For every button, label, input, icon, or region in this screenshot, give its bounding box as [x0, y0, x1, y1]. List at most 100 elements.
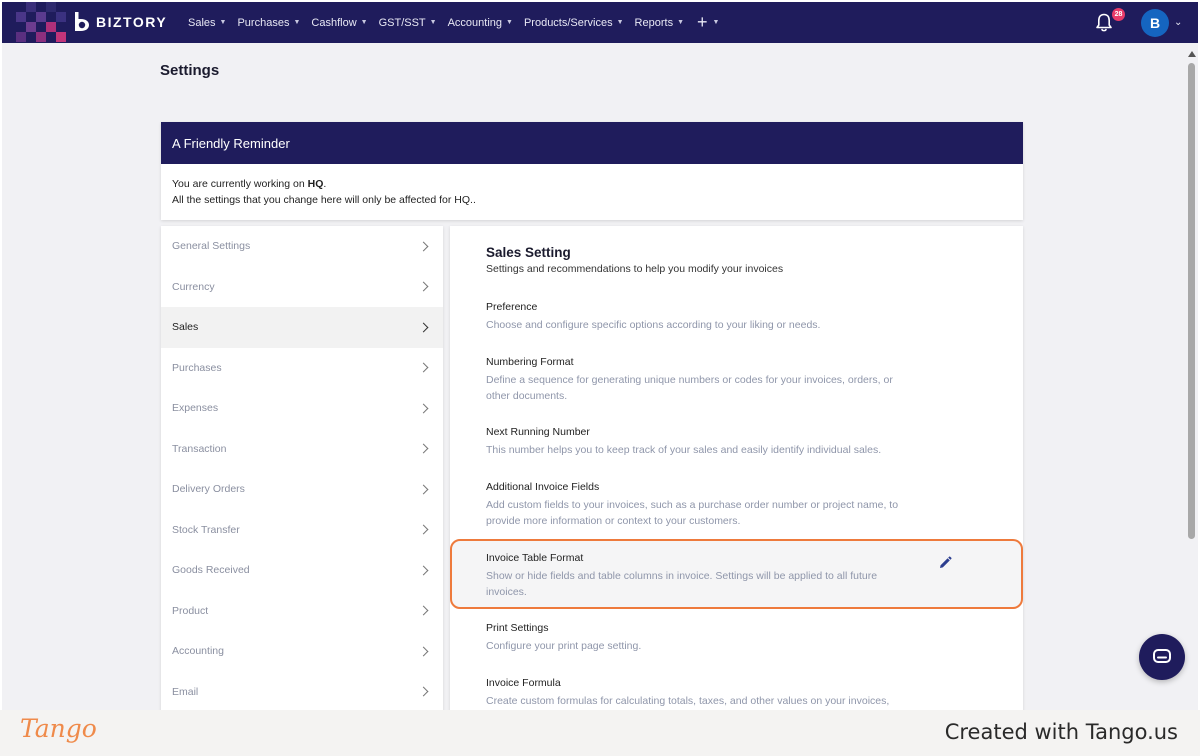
page-title: Settings — [160, 62, 220, 79]
biztory-logo[interactable]: BIZTORY — [70, 10, 167, 34]
setting-additional-invoice-fields[interactable]: Additional Invoice Fields Add custom fie… — [486, 480, 916, 529]
panel-title: Sales Setting — [486, 245, 571, 260]
nav-purchases-label: Purchases — [237, 16, 290, 29]
chat-bubble-icon — [1153, 649, 1171, 663]
nav-reports-label: Reports — [634, 16, 674, 29]
reminder-line-1: You are currently working on HQ. — [172, 176, 1012, 192]
nav-cashflow[interactable]: Cashflow ▼ — [311, 17, 367, 29]
chevron-right-icon — [418, 605, 429, 616]
chevron-down-icon: ▼ — [360, 19, 368, 26]
chevron-down-icon: ▼ — [429, 19, 437, 26]
settings-menu-item-expenses[interactable]: Expenses — [161, 388, 443, 429]
chevron-right-icon — [418, 484, 429, 495]
edit-pencil-icon[interactable] — [938, 556, 952, 570]
settings-menu-item-delivery-orders[interactable]: Delivery Orders — [161, 469, 443, 510]
nav-gst-sst[interactable]: GST/SST ▼ — [379, 17, 437, 29]
setting-description: This number helps you to keep track of y… — [486, 444, 882, 456]
setting-description: Configure your print page setting. — [486, 640, 642, 652]
reminder-branch-name: HQ — [307, 178, 324, 190]
settings-menu-item-label: Expenses — [172, 402, 219, 415]
tango-credit: Created with Tango.us — [944, 720, 1178, 744]
settings-menu-item-accounting[interactable]: Accounting — [161, 631, 443, 672]
settings-menu-item-stock-transfer[interactable]: Stock Transfer — [161, 510, 443, 551]
settings-menu-item-label: Delivery Orders — [172, 483, 245, 496]
settings-menu: General Settings Currency Sales Purchase… — [161, 226, 443, 710]
chevron-right-icon — [418, 281, 429, 292]
notification-count-badge: 28 — [1112, 8, 1125, 21]
setting-next-running-number[interactable]: Next Running Number This number helps yo… — [486, 425, 916, 458]
reminder-title: A Friendly Reminder — [161, 122, 1023, 164]
nav-accounting[interactable]: Accounting ▼ — [448, 17, 513, 29]
nav-purchases[interactable]: Purchases ▼ — [237, 17, 300, 29]
plus-icon: + — [697, 12, 708, 32]
bell-icon[interactable] — [1094, 12, 1114, 34]
reminder-line-2: All the settings that you change here wi… — [172, 194, 476, 206]
setting-invoice-formula[interactable]: Invoice Formula Create custom formulas f… — [486, 676, 916, 709]
settings-menu-item-currency[interactable]: Currency — [161, 267, 443, 308]
chevron-right-icon — [418, 322, 429, 333]
nav-sales-label: Sales — [188, 16, 216, 29]
user-avatar[interactable]: B — [1141, 9, 1169, 37]
reminder-card: A Friendly Reminder You are currently wo… — [161, 122, 1023, 220]
reminder-line-1-suffix: . — [323, 178, 327, 190]
settings-menu-item-label: Transaction — [172, 442, 227, 455]
tango-logo: Tango — [20, 714, 97, 743]
chevron-right-icon — [418, 524, 429, 535]
setting-title: Additional Invoice Fields — [486, 481, 600, 493]
chevron-right-icon — [418, 443, 429, 454]
chevron-down-icon: ▼ — [506, 19, 513, 26]
brand-name: BIZTORY — [96, 14, 168, 30]
settings-menu-item-label: Sales — [172, 321, 199, 334]
chevron-down-icon: ▼ — [293, 19, 301, 26]
setting-numbering-format[interactable]: Numbering Format Define a sequence for g… — [486, 355, 916, 404]
reminder-body: You are currently working on HQ. All the… — [161, 164, 1023, 220]
chevron-right-icon — [418, 362, 429, 373]
scrollbar-thumb[interactable] — [1188, 63, 1195, 539]
setting-title: Invoice Table Format — [486, 552, 584, 564]
setting-title: Numbering Format — [486, 356, 574, 368]
setting-invoice-table-format[interactable]: Invoice Table Format Show or hide fields… — [486, 551, 916, 600]
settings-menu-item-sales[interactable]: Sales — [161, 307, 443, 348]
settings-menu-item-transaction[interactable]: Transaction — [161, 429, 443, 470]
scroll-up-arrow-icon[interactable] — [1188, 51, 1196, 57]
nav-products-services-label: Products/Services — [523, 16, 613, 29]
settings-menu-item-label: Email — [172, 685, 199, 698]
nav-products-services[interactable]: Products/Services ▼ — [524, 17, 624, 29]
chevron-down-icon: ▼ — [219, 19, 227, 26]
chat-support-button[interactable] — [1139, 634, 1185, 680]
nav-sales[interactable]: Sales ▼ — [188, 17, 226, 29]
chevron-down-icon: ▼ — [712, 19, 720, 26]
chevron-right-icon — [418, 565, 429, 576]
page-scrollbar[interactable] — [1185, 43, 1198, 710]
setting-print-settings[interactable]: Print Settings Configure your print page… — [486, 621, 916, 654]
nav-quick-add[interactable]: + ▼ — [697, 12, 719, 33]
chevron-down-icon[interactable]: ⌄ — [1174, 17, 1182, 28]
reminder-line-1-prefix: You are currently working on — [172, 178, 308, 190]
setting-description: Create custom formulas for calculating t… — [486, 695, 890, 707]
nav-gst-sst-label: GST/SST — [378, 16, 426, 29]
settings-menu-item-general-settings[interactable]: General Settings — [161, 226, 443, 267]
settings-menu-item-purchases[interactable]: Purchases — [161, 348, 443, 389]
setting-description: Define a sequence for generating unique … — [486, 374, 893, 402]
settings-menu-item-goods-received[interactable]: Goods Received — [161, 550, 443, 591]
settings-menu-item-label: Stock Transfer — [172, 523, 240, 536]
nav-reports[interactable]: Reports ▼ — [635, 17, 684, 29]
setting-description: Choose and configure specific options ac… — [486, 319, 821, 331]
settings-menu-item-label: Product — [172, 604, 209, 617]
setting-preference[interactable]: Preference Choose and configure specific… — [486, 300, 916, 333]
setting-description: Show or hide fields and table columns in… — [486, 570, 878, 598]
chevron-right-icon — [418, 646, 429, 657]
sales-setting-panel: Sales Setting Settings and recommendatio… — [450, 226, 1023, 710]
setting-title: Invoice Formula — [486, 677, 561, 689]
settings-menu-item-label: Purchases — [172, 361, 222, 374]
settings-menu-item-product[interactable]: Product — [161, 591, 443, 632]
settings-menu-item-label: General Settings — [172, 240, 251, 253]
biztory-logo-icon — [75, 12, 89, 31]
setting-title: Preference — [486, 301, 538, 313]
tango-footer: Tango Created with Tango.us — [0, 710, 1200, 756]
setting-title: Next Running Number — [486, 426, 590, 438]
settings-menu-item-email[interactable]: Email — [161, 672, 443, 711]
chevron-right-icon — [418, 403, 429, 414]
settings-menu-item-label: Currency — [172, 280, 215, 293]
settings-menu-item-label: Goods Received — [172, 564, 250, 577]
